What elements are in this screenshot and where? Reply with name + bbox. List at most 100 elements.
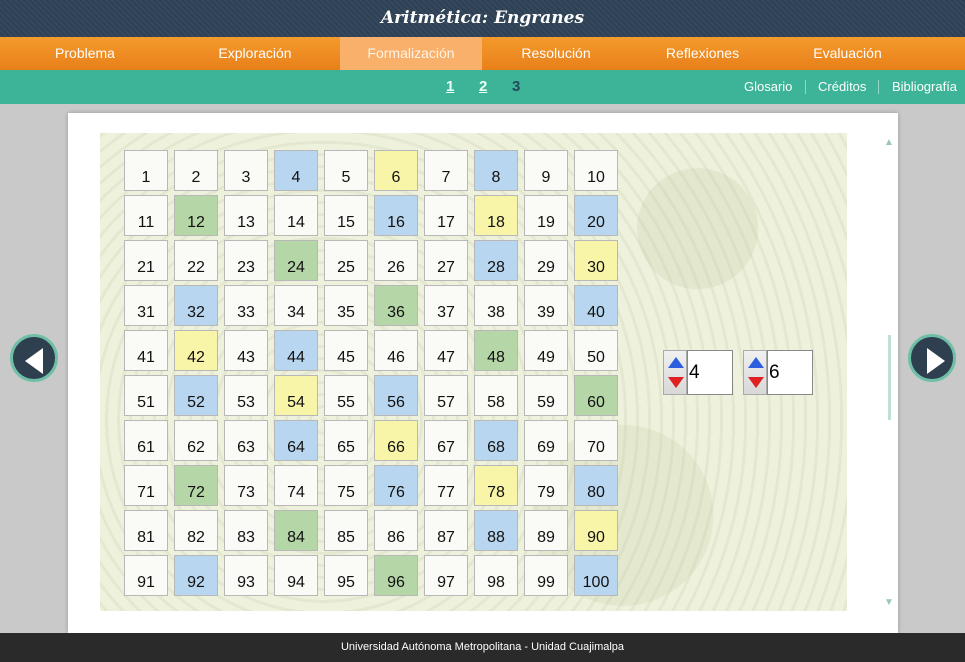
grid-cell: 53 bbox=[224, 375, 268, 416]
grid-cell: 41 bbox=[124, 330, 168, 371]
grid-cell: 75 bbox=[324, 465, 368, 506]
grid-cell: 37 bbox=[424, 285, 468, 326]
arrow-down-icon[interactable] bbox=[748, 377, 764, 388]
tab-problema[interactable]: Problema bbox=[0, 37, 170, 70]
creditos-link[interactable]: Créditos bbox=[818, 70, 866, 104]
grid-cell: 92 bbox=[174, 555, 218, 596]
grid-cell: 90 bbox=[574, 510, 618, 551]
grid-cell: 14 bbox=[274, 195, 318, 236]
page-link-3[interactable]: 3 bbox=[512, 70, 520, 104]
grid-cell: 69 bbox=[524, 420, 568, 461]
grid-cell: 65 bbox=[324, 420, 368, 461]
next-page-button[interactable] bbox=[908, 334, 956, 382]
grid-cell: 52 bbox=[174, 375, 218, 416]
grid-cell: 51 bbox=[124, 375, 168, 416]
glosario-link[interactable]: Glosario bbox=[744, 70, 792, 104]
grid-cell: 91 bbox=[124, 555, 168, 596]
grid-cell: 77 bbox=[424, 465, 468, 506]
spinner-buttons bbox=[743, 350, 767, 395]
tab-evaluacion[interactable]: Evaluación bbox=[775, 37, 920, 70]
grid-cell: 59 bbox=[524, 375, 568, 416]
grid-cell: 22 bbox=[174, 240, 218, 281]
grid-cell: 70 bbox=[574, 420, 618, 461]
grid-cell: 97 bbox=[424, 555, 468, 596]
grid-cell: 34 bbox=[274, 285, 318, 326]
grid-cell: 2 bbox=[174, 150, 218, 191]
grid-cell: 74 bbox=[274, 465, 318, 506]
grid-cell: 50 bbox=[574, 330, 618, 371]
grid-cell: 27 bbox=[424, 240, 468, 281]
grid-cell: 32 bbox=[174, 285, 218, 326]
page-link-2[interactable]: 2 bbox=[479, 70, 487, 104]
chevron-right-icon bbox=[927, 348, 945, 374]
grid-cell: 35 bbox=[324, 285, 368, 326]
grid-cell: 88 bbox=[474, 510, 518, 551]
grid-cell: 72 bbox=[174, 465, 218, 506]
grid-cell: 1 bbox=[124, 150, 168, 191]
grid-cell: 67 bbox=[424, 420, 468, 461]
grid-cell: 24 bbox=[274, 240, 318, 281]
grid-cell: 98 bbox=[474, 555, 518, 596]
grid-cell: 58 bbox=[474, 375, 518, 416]
grid-cell: 38 bbox=[474, 285, 518, 326]
grid-cell: 19 bbox=[524, 195, 568, 236]
grid-cell: 76 bbox=[374, 465, 418, 506]
grid-cell: 18 bbox=[474, 195, 518, 236]
grid-cell: 40 bbox=[574, 285, 618, 326]
grid-cell: 23 bbox=[224, 240, 268, 281]
grid-cell: 64 bbox=[274, 420, 318, 461]
page-link-1[interactable]: 1 bbox=[446, 70, 454, 104]
grid-cell: 20 bbox=[574, 195, 618, 236]
first-number-spinner: 4 bbox=[663, 350, 733, 395]
grid-cell: 43 bbox=[224, 330, 268, 371]
grid-cell: 30 bbox=[574, 240, 618, 281]
grid-cell: 54 bbox=[274, 375, 318, 416]
tab-formalizacion[interactable]: Formalización bbox=[340, 37, 482, 70]
tab-resolucion[interactable]: Resolución bbox=[482, 37, 630, 70]
grid-cell: 6 bbox=[374, 150, 418, 191]
grid-cell: 89 bbox=[524, 510, 568, 551]
app-title: Aritmética: Engranes bbox=[0, 0, 965, 37]
grid-cell: 86 bbox=[374, 510, 418, 551]
scroll-up-icon[interactable]: ▲ bbox=[884, 137, 894, 149]
grid-cell: 95 bbox=[324, 555, 368, 596]
second-number-spinner: 6 bbox=[743, 350, 813, 395]
arrow-down-icon[interactable] bbox=[668, 377, 684, 388]
grid-cell: 66 bbox=[374, 420, 418, 461]
first-number-field[interactable]: 4 bbox=[687, 350, 733, 395]
grid-cell: 68 bbox=[474, 420, 518, 461]
grid-cell: 33 bbox=[224, 285, 268, 326]
hundred-chart: 1 2 3 4 5 6 7 8 9 10 11 12 13 14 15 16 17 18 19 20 21 22 23 24 2… bbox=[124, 150, 620, 598]
grid-cell: 71 bbox=[124, 465, 168, 506]
grid-cell: 61 bbox=[124, 420, 168, 461]
scroll-down-icon[interactable]: ▼ bbox=[884, 597, 894, 609]
grid-cell: 60 bbox=[574, 375, 618, 416]
grid-cell: 15 bbox=[324, 195, 368, 236]
grid-cell: 39 bbox=[524, 285, 568, 326]
grid-cell: 81 bbox=[124, 510, 168, 551]
grid-cell: 8 bbox=[474, 150, 518, 191]
grid-cell: 48 bbox=[474, 330, 518, 371]
grid-cell: 78 bbox=[474, 465, 518, 506]
arrow-up-icon[interactable] bbox=[668, 357, 684, 368]
bibliografia-link[interactable]: Bibliografía bbox=[892, 70, 957, 104]
grid-cell: 55 bbox=[324, 375, 368, 416]
grid-cell: 84 bbox=[274, 510, 318, 551]
arrow-up-icon[interactable] bbox=[748, 357, 764, 368]
grid-cell: 96 bbox=[374, 555, 418, 596]
grid-cell: 28 bbox=[474, 240, 518, 281]
second-number-field[interactable]: 6 bbox=[767, 350, 813, 395]
grid-cell: 100 bbox=[574, 555, 618, 596]
grid-cell: 46 bbox=[374, 330, 418, 371]
grid-cell: 45 bbox=[324, 330, 368, 371]
prev-page-button[interactable] bbox=[10, 334, 58, 382]
grid-cell: 17 bbox=[424, 195, 468, 236]
grid-cell: 36 bbox=[374, 285, 418, 326]
grid-cell: 3 bbox=[224, 150, 268, 191]
tab-reflexiones[interactable]: Reflexiones bbox=[630, 37, 775, 70]
main-nav: Problema Exploración Formalización Resol… bbox=[0, 37, 965, 70]
grid-cell: 57 bbox=[424, 375, 468, 416]
scrollbar-thumb[interactable] bbox=[888, 335, 891, 420]
grid-cell: 11 bbox=[124, 195, 168, 236]
tab-exploracion[interactable]: Exploración bbox=[170, 37, 340, 70]
